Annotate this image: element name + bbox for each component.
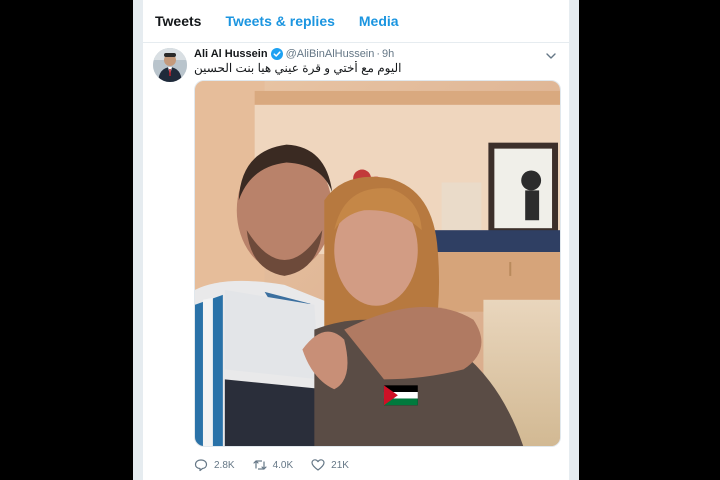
tab-media[interactable]: Media xyxy=(359,13,399,29)
tweet-text-content: اليوم مع أختي و قرة عيني هيا بنت الحسين xyxy=(194,61,402,75)
reply-icon xyxy=(194,459,208,472)
tweet-actions: 2.8K 4.0K 21K xyxy=(194,457,367,473)
retweet-count: 4.0K xyxy=(272,459,294,471)
tweet[interactable]: Ali Al Hussein @AliBinAlHussein · 9h الي… xyxy=(143,44,569,480)
separator-dot: · xyxy=(376,48,381,60)
profile-tabs: Tweets Tweets & replies Media xyxy=(143,0,569,43)
display-name[interactable]: Ali Al Hussein xyxy=(194,48,268,60)
verified-badge-icon xyxy=(270,48,283,60)
like-count: 21K xyxy=(331,459,349,471)
chevron-down-icon[interactable] xyxy=(545,48,557,59)
tweet-photo[interactable] xyxy=(194,80,561,447)
timeline-gutter-left xyxy=(133,0,143,480)
timeline-gutter-right xyxy=(569,0,579,480)
like-action[interactable]: 21K xyxy=(311,458,349,472)
tab-tweets-and-replies[interactable]: Tweets & replies xyxy=(225,13,334,29)
reply-action[interactable]: 2.8K xyxy=(194,458,235,472)
timestamp[interactable]: 9h xyxy=(382,48,394,60)
tab-tweets[interactable]: Tweets xyxy=(155,13,201,29)
avatar-image xyxy=(153,48,187,82)
handle[interactable]: @AliBinAlHussein xyxy=(286,48,375,60)
retweet-action[interactable]: 4.0K xyxy=(252,458,294,472)
heart-icon xyxy=(311,459,325,471)
tweet-text: اليوم مع أختي و قرة عيني هيا بنت الحسين xyxy=(194,61,560,77)
avatar[interactable] xyxy=(153,48,187,82)
tweet-header: Ali Al Hussein @AliBinAlHussein · 9h xyxy=(194,46,394,62)
retweet-icon xyxy=(252,460,267,470)
reply-count: 2.8K xyxy=(214,459,235,471)
photo-image xyxy=(195,81,560,446)
profile-timeline: Tweets Tweets & replies Media Ali Al Hus… xyxy=(143,0,569,480)
jordan-flag-icon xyxy=(383,385,418,406)
